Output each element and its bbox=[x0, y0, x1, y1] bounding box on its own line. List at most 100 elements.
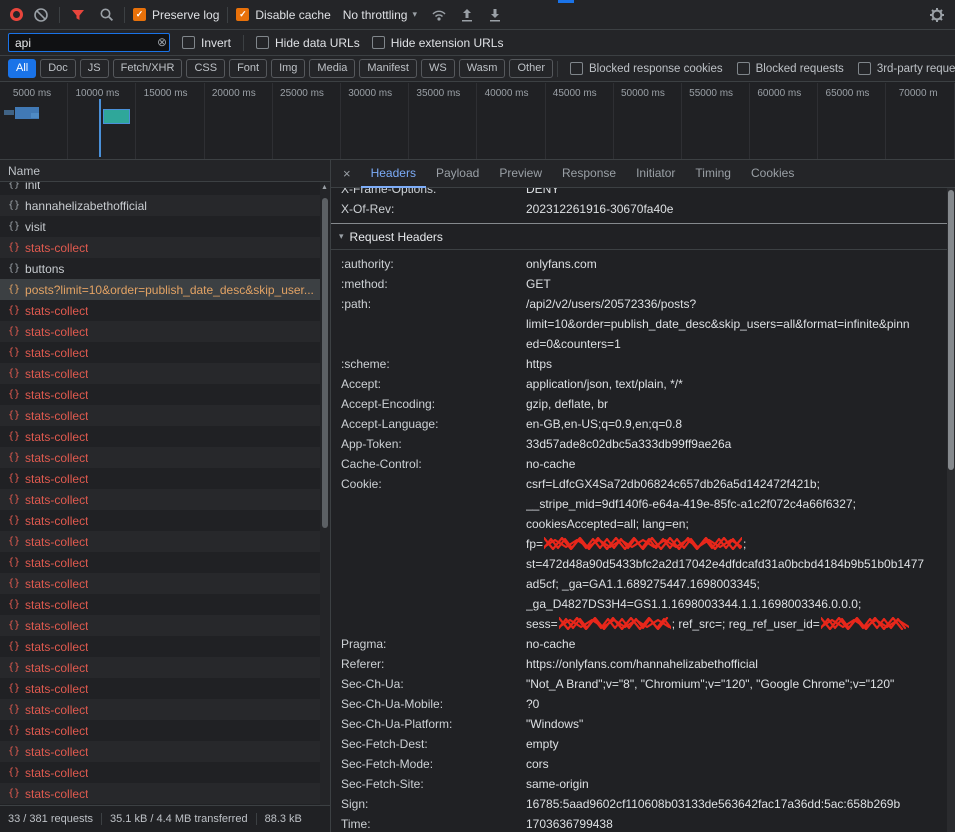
type-filter-img[interactable]: Img bbox=[271, 59, 305, 78]
request-row[interactable]: {}stats-collect bbox=[0, 489, 330, 510]
type-filter-doc[interactable]: Doc bbox=[40, 59, 76, 78]
request-row[interactable]: {}stats-collect bbox=[0, 405, 330, 426]
hide-data-urls-checkbox[interactable]: Hide data URLs bbox=[256, 36, 360, 50]
tab-headers[interactable]: Headers bbox=[361, 160, 426, 188]
request-name: stats-collect bbox=[25, 304, 88, 318]
json-resource-icon: {} bbox=[8, 368, 20, 379]
filter-button[interactable] bbox=[68, 5, 88, 25]
clear-network-log-button[interactable] bbox=[31, 5, 51, 25]
request-row[interactable]: {}stats-collect bbox=[0, 552, 330, 573]
request-row[interactable]: {}stats-collect bbox=[0, 237, 330, 258]
request-row[interactable]: {}stats-collect bbox=[0, 531, 330, 552]
export-har-button[interactable] bbox=[485, 5, 505, 25]
header-name: X-Of-Rev: bbox=[331, 199, 526, 219]
request-row[interactable]: {}visit bbox=[0, 216, 330, 237]
filter-checkbox-3rd-party-requests[interactable]: 3rd-party requests bbox=[858, 62, 955, 75]
type-filter-css[interactable]: CSS bbox=[186, 59, 225, 78]
tab-payload[interactable]: Payload bbox=[426, 160, 489, 188]
request-row[interactable]: {}stats-collect bbox=[0, 573, 330, 594]
header-name: Pragma: bbox=[331, 634, 526, 654]
timeline-overview[interactable]: 5000 ms10000 ms15000 ms20000 ms25000 ms3… bbox=[0, 83, 955, 160]
request-name: stats-collect bbox=[25, 367, 88, 381]
request-row[interactable]: {}stats-collect bbox=[0, 426, 330, 447]
request-row[interactable]: {}stats-collect bbox=[0, 783, 330, 804]
request-row[interactable]: {}stats-collect bbox=[0, 720, 330, 741]
detail-tabbar: × HeadersPayloadPreviewResponseInitiator… bbox=[331, 160, 955, 188]
request-row[interactable]: {}stats-collect bbox=[0, 384, 330, 405]
filter-checkbox-blocked-response-cookies[interactable]: Blocked response cookies bbox=[570, 62, 723, 75]
request-row[interactable]: {}hannahelizabethofficial bbox=[0, 195, 330, 216]
header-value: gzip, deflate, br bbox=[526, 394, 947, 414]
request-row[interactable]: {}stats-collect bbox=[0, 594, 330, 615]
checkbox-label: Blocked requests bbox=[756, 63, 844, 75]
detail-scrollbar[interactable] bbox=[947, 188, 955, 832]
json-resource-icon: {} bbox=[8, 746, 20, 757]
type-filter-all[interactable]: All bbox=[8, 59, 36, 78]
type-filter-ws[interactable]: WS bbox=[421, 59, 455, 78]
tab-timing[interactable]: Timing bbox=[685, 160, 741, 188]
request-row[interactable]: {}init bbox=[0, 182, 330, 195]
filter-input[interactable] bbox=[8, 33, 170, 52]
divider bbox=[243, 35, 244, 51]
clear-filter-icon[interactable]: ⊗ bbox=[157, 35, 167, 49]
network-conditions-button[interactable] bbox=[429, 5, 449, 25]
tab-cookies[interactable]: Cookies bbox=[741, 160, 804, 188]
header-value: 1703636799438 bbox=[526, 814, 947, 832]
type-filter-fetch-xhr[interactable]: Fetch/XHR bbox=[113, 59, 183, 78]
tab-response[interactable]: Response bbox=[552, 160, 626, 188]
request-row[interactable]: {}posts?limit=10&order=publish_date_desc… bbox=[0, 279, 330, 300]
type-filter-manifest[interactable]: Manifest bbox=[359, 59, 417, 78]
tab-preview[interactable]: Preview bbox=[489, 160, 552, 188]
type-filter-media[interactable]: Media bbox=[309, 59, 355, 78]
throttling-dropdown[interactable]: No throttling ▾ bbox=[339, 6, 421, 24]
checkbox-label: Blocked response cookies bbox=[589, 63, 723, 75]
request-name: stats-collect bbox=[25, 241, 88, 255]
request-row[interactable]: {}stats-collect bbox=[0, 678, 330, 699]
type-filter-font[interactable]: Font bbox=[229, 59, 267, 78]
request-row[interactable]: {}stats-collect bbox=[0, 615, 330, 636]
request-row[interactable]: {} stats-collect bbox=[0, 363, 330, 384]
import-har-button[interactable] bbox=[457, 5, 477, 25]
settings-gear-button[interactable] bbox=[927, 5, 947, 25]
scrollbar-thumb[interactable] bbox=[322, 198, 328, 528]
request-row[interactable]: {}stats-collect bbox=[0, 468, 330, 489]
header-row: Sec-Ch-Ua-Mobile:?0 bbox=[331, 694, 947, 714]
request-row[interactable]: {}buttons bbox=[0, 258, 330, 279]
filter-checkbox-blocked-requests[interactable]: Blocked requests bbox=[737, 62, 844, 75]
request-row[interactable]: {}stats-collect bbox=[0, 300, 330, 321]
type-filter-wasm[interactable]: Wasm bbox=[459, 59, 506, 78]
scrollbar-thumb[interactable] bbox=[948, 190, 954, 470]
preserve-log-label: Preserve log bbox=[152, 8, 219, 22]
request-list-scrollbar[interactable]: ▲ bbox=[320, 182, 330, 805]
request-row[interactable]: {}stats-collect bbox=[0, 321, 330, 342]
timeline-tick: 60000 ms bbox=[750, 83, 818, 159]
timeline-tick: 50000 ms bbox=[614, 83, 682, 159]
request-row[interactable]: {}stats-collect bbox=[0, 762, 330, 783]
preserve-log-checkbox[interactable]: ✓ Preserve log bbox=[133, 8, 219, 22]
checkbox-icon: ✓ bbox=[236, 8, 249, 21]
scroll-up-icon[interactable]: ▲ bbox=[321, 184, 328, 191]
disable-cache-checkbox[interactable]: ✓ Disable cache bbox=[236, 8, 330, 22]
request-row[interactable]: {}stats-collect bbox=[0, 447, 330, 468]
search-button[interactable] bbox=[96, 5, 116, 25]
json-resource-icon: {} bbox=[8, 515, 20, 526]
request-headers-section-header[interactable]: ▾ Request Headers bbox=[331, 224, 947, 250]
hide-extension-urls-checkbox[interactable]: Hide extension URLs bbox=[372, 36, 504, 50]
type-filter-other[interactable]: Other bbox=[509, 59, 553, 78]
request-row[interactable]: {}stats-collect bbox=[0, 342, 330, 363]
request-row[interactable]: {}stats-collect bbox=[0, 657, 330, 678]
timeline-tick: 20000 ms bbox=[205, 83, 273, 159]
header-value: onlyfans.com bbox=[526, 254, 947, 274]
request-name: stats-collect bbox=[25, 535, 88, 549]
request-name: stats-collect bbox=[25, 514, 88, 528]
invert-checkbox[interactable]: Invert bbox=[182, 36, 231, 50]
tab-initiator[interactable]: Initiator bbox=[626, 160, 685, 188]
request-row[interactable]: {}stats-collect bbox=[0, 741, 330, 762]
request-row[interactable]: {}stats-collect bbox=[0, 699, 330, 720]
close-detail-icon[interactable]: × bbox=[331, 166, 361, 181]
request-row[interactable]: {}stats-collect bbox=[0, 636, 330, 657]
record-button[interactable] bbox=[10, 8, 23, 21]
type-filter-js[interactable]: JS bbox=[80, 59, 109, 78]
request-row[interactable]: {} stats-collect bbox=[0, 510, 330, 531]
name-column-header[interactable]: Name bbox=[0, 160, 330, 182]
